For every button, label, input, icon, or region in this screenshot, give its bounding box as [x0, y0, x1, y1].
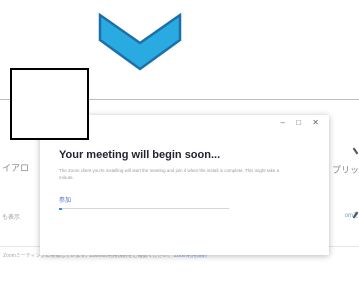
launch-progress-bar — [59, 207, 229, 210]
minimize-button[interactable]: – — [281, 118, 285, 127]
background-text-left: イアロ — [2, 163, 30, 173]
chevron-down-icon — [98, 13, 182, 71]
background-side-mark — [352, 147, 359, 155]
background-text-right: プリッ — [331, 165, 359, 175]
dialog-title: Your meeting will begin soon... — [59, 149, 221, 161]
progress-fill — [59, 207, 63, 210]
window-controls: – □ ✕ — [272, 118, 319, 127]
pointer-arrow — [98, 13, 182, 71]
dialog-description: The Zoom client you're installing will s… — [59, 168, 280, 180]
close-button[interactable]: ✕ — [312, 118, 319, 127]
maximize-button[interactable]: □ — [296, 118, 301, 127]
background-text-left-secondary: も表示 — [2, 215, 21, 221]
highlight-box — [10, 68, 89, 140]
join-link[interactable]: 参加 — [59, 195, 71, 204]
